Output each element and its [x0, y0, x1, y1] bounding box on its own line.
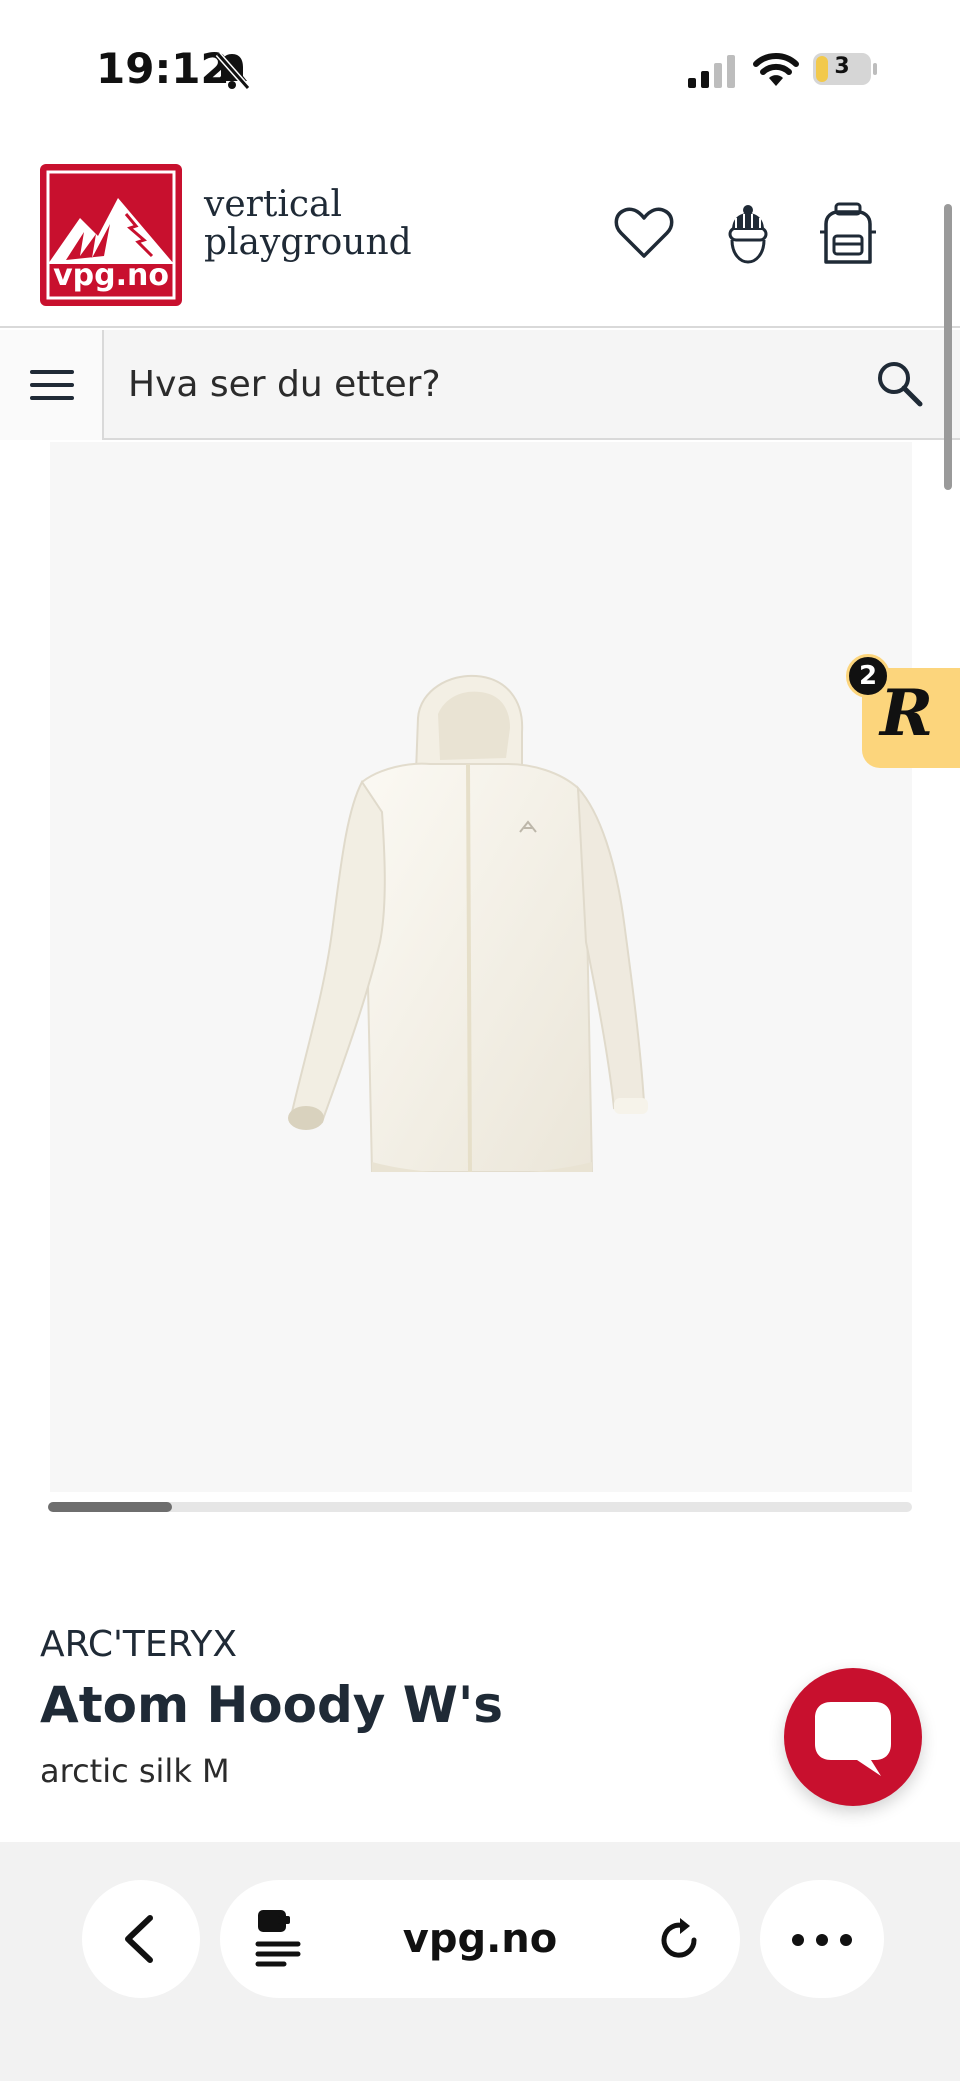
product-variant: arctic silk M [40, 1752, 230, 1790]
search-input[interactable] [104, 330, 864, 438]
hamburger-icon [30, 370, 74, 374]
browser-toolbar: vpg.no [0, 1842, 960, 2081]
page-scrollbar[interactable] [944, 204, 952, 490]
backpack-icon[interactable] [816, 202, 880, 266]
product-brand[interactable]: ARC'TERYX [40, 1624, 237, 1665]
heart-icon[interactable] [612, 202, 676, 266]
address-bar[interactable]: vpg.no [220, 1880, 740, 1998]
search-icon[interactable] [872, 356, 928, 412]
status-time: 19:12 [96, 44, 230, 93]
chat-bubble-icon [815, 1702, 891, 1776]
back-button[interactable] [82, 1880, 200, 1998]
vpg-logo[interactable]: vpg.no [40, 164, 182, 306]
user-icon[interactable] [716, 202, 780, 266]
battery-icon: 3 [812, 52, 878, 86]
product-title: Atom Hoody W's [40, 1676, 504, 1734]
rewards-letter: R [880, 676, 934, 751]
product-image [288, 674, 648, 1172]
brand-wordmark[interactable]: vertical playground [204, 186, 412, 262]
gallery-scroll-indicator[interactable] [48, 1502, 912, 1512]
chat-button[interactable] [784, 1668, 922, 1806]
battery-level: 3 [834, 54, 850, 79]
more-options-button[interactable] [760, 1880, 884, 1998]
brand-line-1: vertical [204, 184, 342, 225]
brand-line-2: playground [204, 222, 412, 263]
logo-text: vpg.no [53, 258, 169, 293]
chevron-left-icon [125, 1915, 153, 1963]
wifi-icon [753, 53, 799, 86]
search-bar [0, 330, 960, 440]
product-image-gallery[interactable] [50, 442, 912, 1492]
rewards-count-badge: 2 [846, 654, 890, 698]
cellular-signal-icon [688, 55, 735, 88]
ellipsis-icon [792, 1934, 804, 1946]
status-bar: 19:12 3 [0, 0, 960, 140]
gallery-scroll-thumb[interactable] [48, 1502, 172, 1512]
reload-icon[interactable] [654, 1914, 704, 1964]
bell-slash-icon [215, 52, 250, 90]
site-header: vpg.no vertical playground [0, 140, 960, 328]
menu-button[interactable] [0, 330, 104, 440]
